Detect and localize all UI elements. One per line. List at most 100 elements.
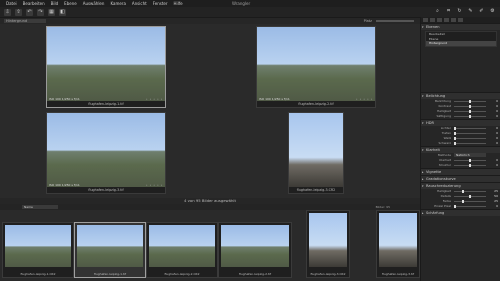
tab-output[interactable] <box>458 18 463 22</box>
photo-image <box>309 213 347 267</box>
filmstrip-item[interactable]: flughafen-leipzig-1.tif <box>74 222 146 278</box>
levels-header[interactable]: ▸ Gradationskurve <box>421 174 500 182</box>
layer-select[interactable]: Hintergrund <box>4 19 46 23</box>
structure-slider[interactable] <box>454 163 486 167</box>
vignette-header[interactable]: ▸ Vignette <box>421 167 500 175</box>
menu-bild[interactable]: Bild <box>51 0 59 7</box>
noise-luminance-slider[interactable] <box>454 189 486 193</box>
photo-caption: flughafen-leipzig-3.CR2 <box>310 272 346 276</box>
clarity-slider[interactable] <box>454 158 486 162</box>
app-title: Wrangler <box>232 1 251 6</box>
noise-details-slider[interactable] <box>454 194 486 198</box>
menu-fenster[interactable]: Fenster <box>153 0 168 7</box>
viewer-thumb[interactable]: ISO 100 1/250 s f/11 • • • • • flughafen… <box>46 112 166 194</box>
slider-knob[interactable] <box>469 109 471 113</box>
photo-caption: flughafen-leipzig-3.tif <box>88 188 124 192</box>
menu-bearbeiten[interactable]: Bearbeiten <box>23 0 45 7</box>
tab-exposure[interactable] <box>444 18 449 22</box>
menu-ansicht[interactable]: Ansicht <box>132 0 147 7</box>
undo-icon[interactable]: ↶ <box>26 8 33 16</box>
zoom-slider[interactable] <box>376 20 414 22</box>
slider-knob[interactable] <box>454 131 456 135</box>
photo-caption: flughafen-leipzig-3.CR2 <box>296 188 336 192</box>
viewer-thumb[interactable]: ISO 100 1/250 s f/11 • • • • • flughafen… <box>46 26 166 108</box>
tab-library[interactable] <box>423 18 428 22</box>
noise-color-slider[interactable] <box>454 199 486 203</box>
photo-image <box>47 27 165 101</box>
contrast-slider[interactable] <box>454 104 486 108</box>
sort-select[interactable]: Name <box>22 205 58 209</box>
menu-auswaehlen[interactable]: Auswählen <box>83 0 105 7</box>
highlights-slider[interactable] <box>454 126 486 130</box>
photo-caption: flughafen-leipzig-1.CR2 <box>20 272 56 276</box>
saturation-slider[interactable] <box>454 114 486 118</box>
sharpen-header[interactable]: ▸ Schärfung <box>421 208 500 216</box>
export-icon[interactable]: ⇧ <box>15 8 22 16</box>
slider-knob[interactable] <box>469 194 471 198</box>
shadows-slider[interactable] <box>454 131 486 135</box>
method-select[interactable]: Natürlich <box>454 153 486 157</box>
layers-list: Bearbeitet Ebene Hintergrund <box>425 31 497 47</box>
grid-icon[interactable]: ▦ <box>48 8 55 16</box>
picker-icon[interactable]: ✎ <box>467 8 474 15</box>
viewer-thumb[interactable]: ISO 100 1/250 s f/11 • • • • • flughafen… <box>256 26 376 108</box>
photo-image <box>289 113 343 187</box>
collapse-icon: ▾ <box>422 25 424 29</box>
slider-knob[interactable] <box>469 158 471 162</box>
noise-pixel-slider[interactable] <box>454 204 486 208</box>
tab-capture[interactable] <box>430 18 435 22</box>
layers-spacer <box>421 48 500 92</box>
menu-datei[interactable]: Datei <box>6 0 17 7</box>
slider-knob[interactable] <box>469 163 471 167</box>
slider-knob[interactable] <box>454 204 456 208</box>
vignette-title: Vignette <box>426 169 442 174</box>
redo-icon[interactable]: ↷ <box>37 8 44 16</box>
slider-knob[interactable] <box>469 114 471 118</box>
menu-kamera[interactable]: Kamera <box>110 0 125 7</box>
slider-knob[interactable] <box>462 189 464 193</box>
photo-caption: flughafen-leipzig-2.tif <box>238 272 272 276</box>
exposure-slider[interactable] <box>454 99 486 103</box>
noise-header[interactable]: ▾ Rauschreduzierung <box>421 181 500 189</box>
hdr-header[interactable]: ▾ HDR <box>421 118 500 126</box>
rotate-icon[interactable]: ↻ <box>456 8 463 15</box>
exposure-header[interactable]: ▾ Belichtung <box>421 91 500 99</box>
brush-icon[interactable]: ✐ <box>478 8 485 15</box>
filmstrip-item[interactable]: flughafen-leipzig-2.tif <box>218 222 292 278</box>
layers-header[interactable]: ▾ Ebenen <box>421 23 500 30</box>
slider-knob[interactable] <box>469 99 471 103</box>
compare-icon[interactable]: ◧ <box>59 8 66 16</box>
tab-color[interactable] <box>437 18 442 22</box>
menu-hilfe[interactable]: Hilfe <box>174 0 183 7</box>
filmstrip-item[interactable]: flughafen-leipzig-1.CR2 <box>2 222 74 278</box>
filmstrip-item[interactable]: flughafen-leipzig-3.tif <box>376 210 420 278</box>
viewer-thumb[interactable]: flughafen-leipzig-3.CR2 <box>288 112 344 194</box>
hdr-title: HDR <box>426 120 434 125</box>
exposure-title: Belichtung <box>426 93 446 98</box>
slider-knob[interactable] <box>454 126 456 130</box>
filmstrip-item[interactable]: flughafen-leipzig-3.CR2 <box>306 210 350 278</box>
filmstrip-item[interactable]: flughafen-leipzig-2.CR2 <box>146 222 218 278</box>
menu-ebene[interactable]: Ebene <box>64 0 77 7</box>
viewer-bar: Hintergrund Platz <box>0 18 420 24</box>
zoom-icon[interactable]: ⌕ <box>434 8 441 15</box>
settings-icon[interactable]: ⚙ <box>489 8 496 15</box>
slider-knob[interactable] <box>454 136 456 140</box>
brightness-slider[interactable] <box>454 109 486 113</box>
crop-icon[interactable]: ⌗ <box>445 8 452 15</box>
clarity-title: Klarheit <box>426 147 440 152</box>
white-slider[interactable] <box>454 136 486 140</box>
levels-title: Gradationskurve <box>426 176 456 181</box>
tab-details[interactable] <box>451 18 456 22</box>
photo-image <box>149 225 215 267</box>
slider-knob[interactable] <box>454 141 456 145</box>
filmstrip: flughafen-leipzig-1.CR2 flughafen-leipzi… <box>0 210 420 281</box>
layer-item[interactable]: Hintergrund <box>426 41 496 46</box>
import-icon[interactable]: ⇩ <box>4 8 11 16</box>
clarity-header[interactable]: ▾ Klarheit <box>421 145 500 153</box>
slider-knob[interactable] <box>462 199 464 203</box>
photo-caption: flughafen-leipzig-1.tif <box>88 102 124 106</box>
slider-knob[interactable] <box>469 104 471 108</box>
photo-image <box>5 225 71 267</box>
black-slider[interactable] <box>454 141 486 145</box>
